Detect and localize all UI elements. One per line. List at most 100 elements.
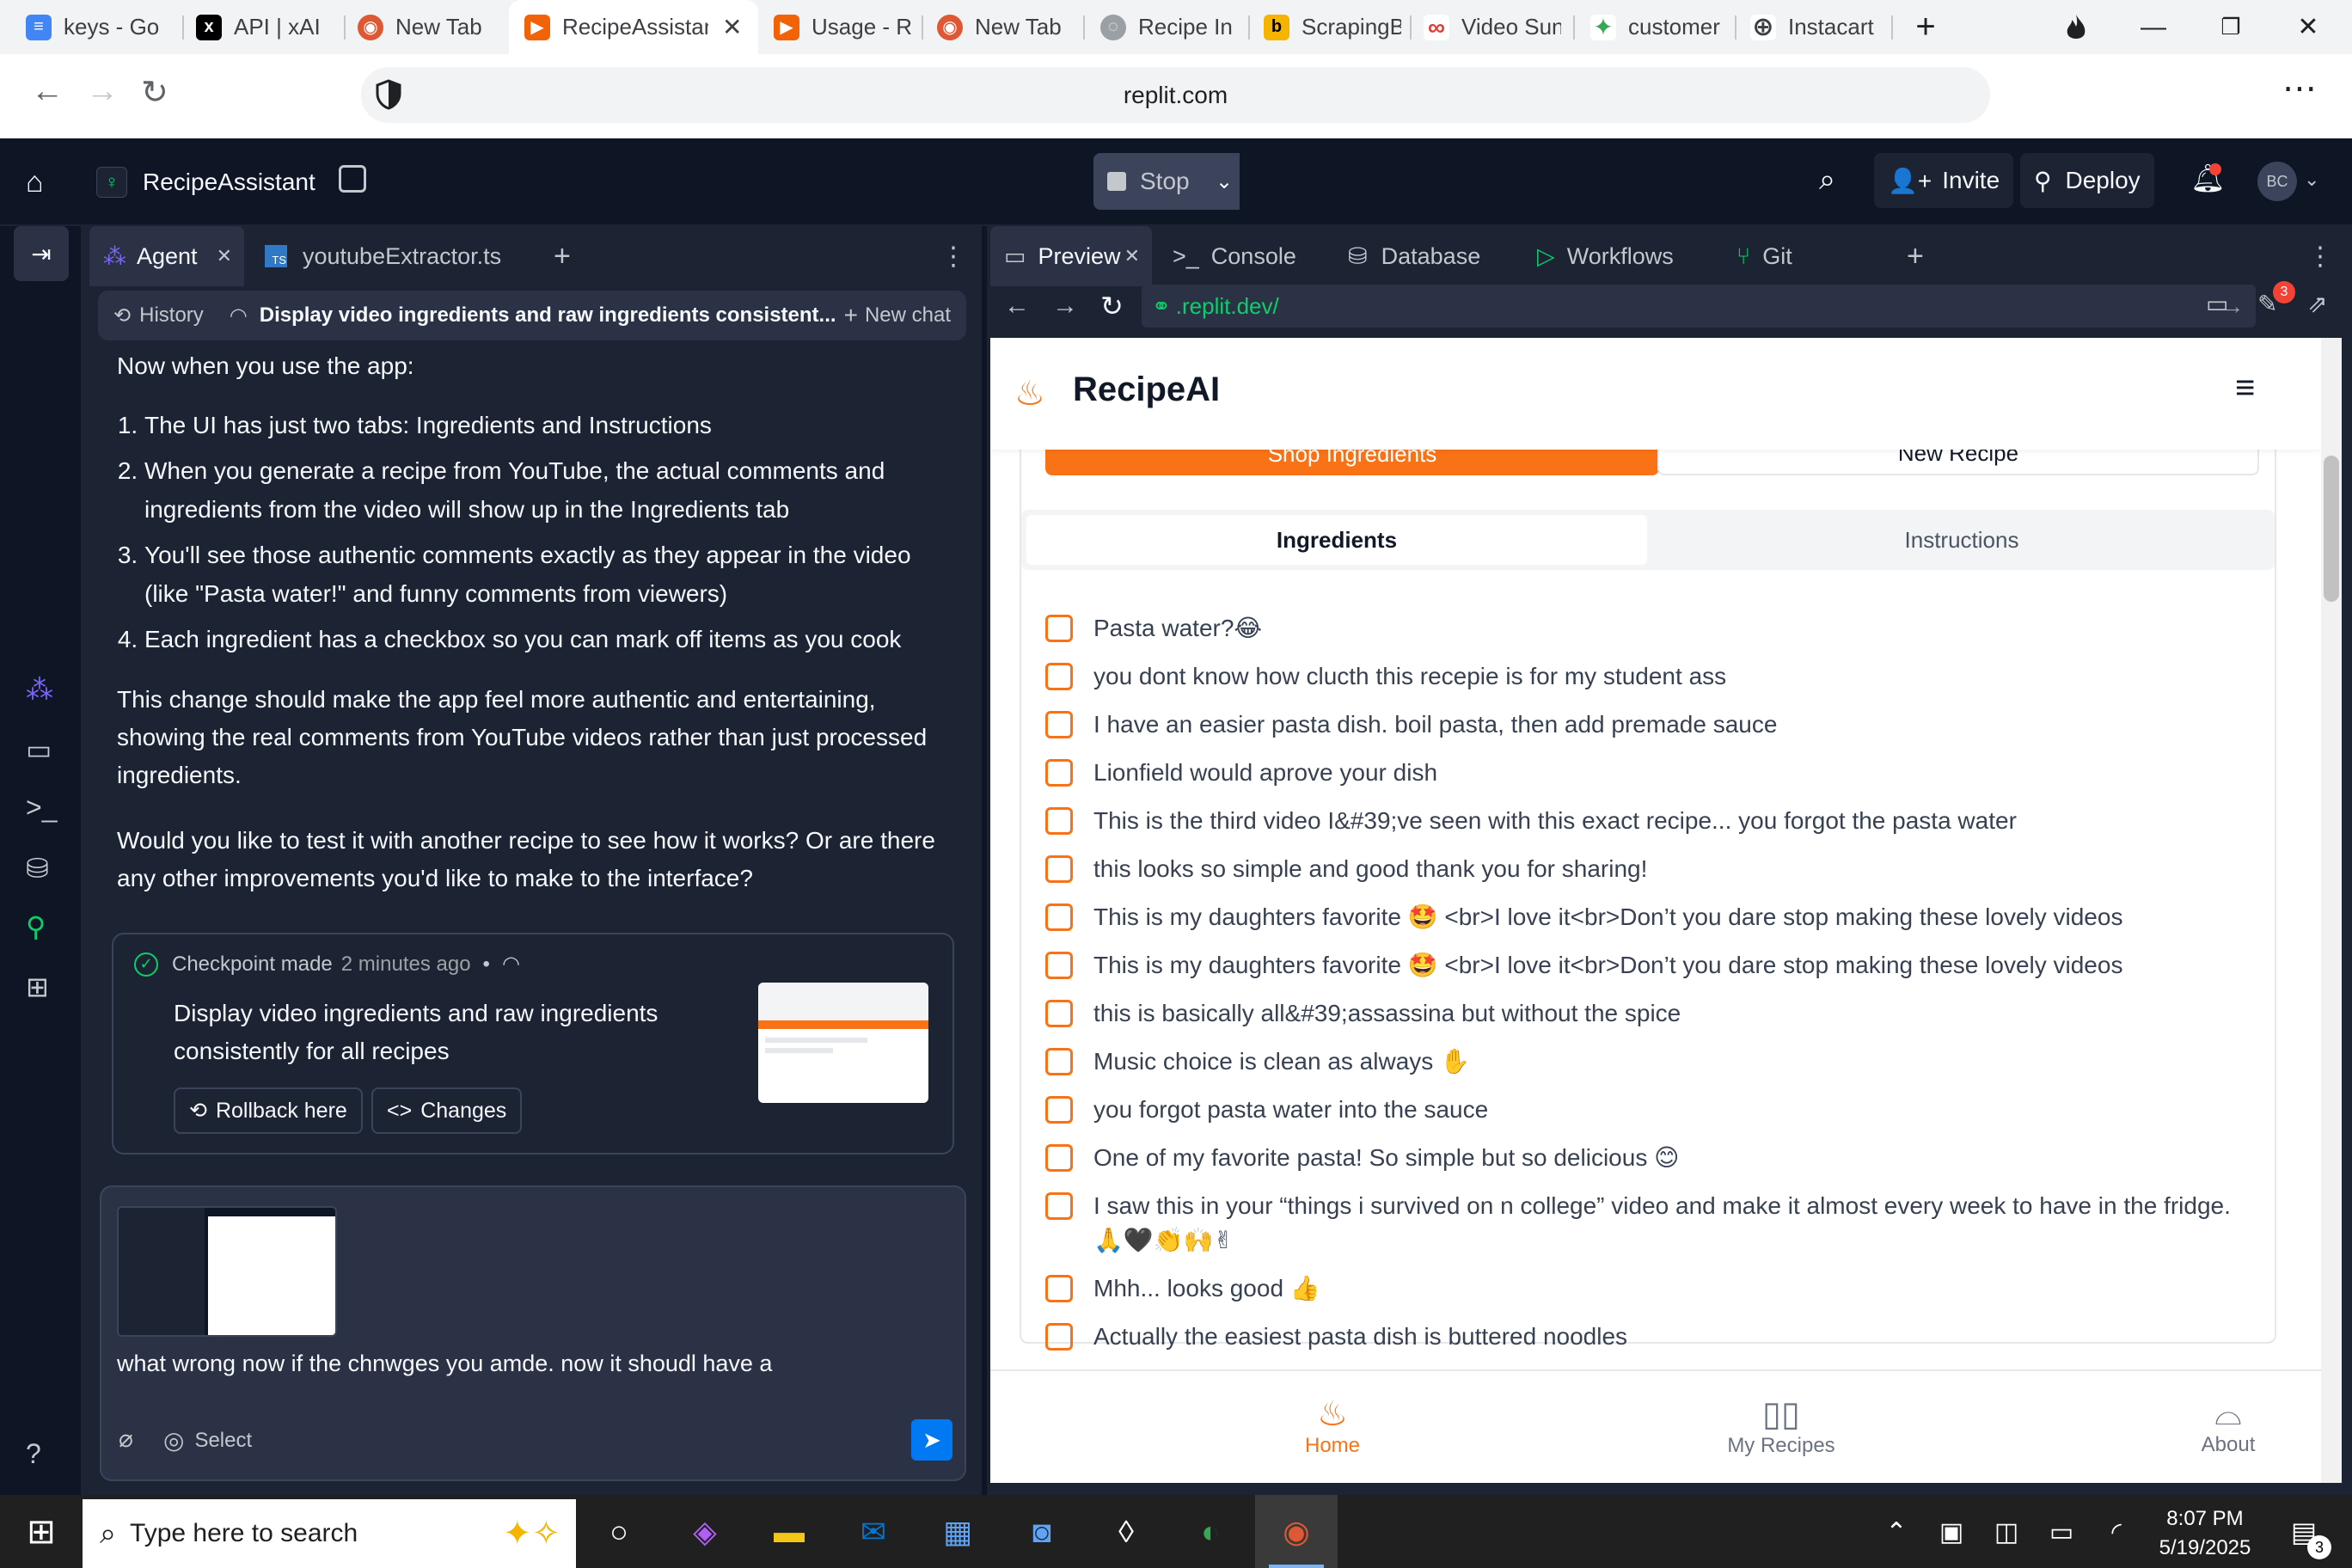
browser-tab[interactable]: ▶ Usage - R [774, 0, 911, 54]
checkbox[interactable] [1045, 759, 1073, 787]
forward-icon[interactable]: → [1052, 291, 1078, 321]
browser-tab[interactable]: ✦ customer [1590, 0, 1728, 54]
close-tab-icon[interactable]: ✕ [1124, 245, 1140, 267]
menu-icon[interactable]: ⋯ [2282, 69, 2317, 108]
checkbox[interactable] [1045, 952, 1073, 979]
checkbox[interactable] [1045, 855, 1073, 883]
select-button[interactable]: ◎ Select [163, 1426, 252, 1455]
new-tab-icon[interactable]: + [1891, 0, 1960, 54]
app-icon[interactable]: ◊ [1100, 1506, 1152, 1558]
checkbox[interactable] [1045, 1144, 1073, 1172]
close-tab-icon[interactable]: ✕ [722, 13, 742, 41]
external-link-icon[interactable]: ⇗ [2307, 290, 2327, 318]
tab-file[interactable]: TS youtubeExtractor.ts [260, 226, 501, 286]
ingredient-item[interactable]: this looks so simple and good thank you … [1045, 852, 1647, 886]
deploy-icon[interactable]: ⚲ [26, 910, 46, 943]
browser-tab[interactable]: x API | xAI [196, 0, 342, 54]
taskbar-search[interactable]: ⌕ Type here to search ✦✧ [83, 1499, 576, 1568]
preview-url-bar[interactable]: ⚭ .replit.dev/ → [1142, 285, 2256, 328]
avatar[interactable]: BC [2257, 162, 2297, 201]
ingredient-item[interactable]: you dont know how clucth this recepie is… [1045, 659, 1726, 694]
ingredient-item[interactable]: Pasta water?😂 [1045, 611, 1262, 646]
scrollbar-thumb[interactable] [2324, 456, 2339, 602]
tab-preview[interactable]: ▭ Preview ✕ [990, 226, 1152, 286]
checkbox[interactable] [1045, 615, 1073, 642]
copilot-icon[interactable]: ◈ [679, 1506, 731, 1558]
ingredient-item[interactable]: This is my daughters favorite 🤩 <br>I lo… [1045, 948, 2122, 983]
close-tab-icon[interactable]: ✕ [217, 245, 232, 267]
tab-agent[interactable]: ⁂ Agent ✕ [89, 226, 244, 286]
browser-tab[interactable]: ◉ New Tab [937, 0, 1075, 54]
checkbox[interactable] [1045, 1275, 1073, 1302]
invite-button[interactable]: 👤+ Invite [1874, 153, 2014, 208]
restore-icon[interactable]: ❐ [2192, 0, 2269, 54]
reload-icon[interactable]: ↻ [141, 73, 168, 112]
store-icon[interactable]: ▦ [932, 1506, 983, 1558]
windows-start-icon[interactable]: ⊞ [15, 1506, 67, 1558]
chat-input[interactable]: what wrong now if the chnwges you amde. … [100, 1185, 966, 1481]
back-icon[interactable]: ← [31, 73, 64, 110]
tab-instructions[interactable]: Instructions [1654, 515, 2269, 565]
toggle-sidebar-icon[interactable]: ⇥ [14, 226, 69, 281]
chevron-up-icon[interactable]: ⌃ [1871, 1506, 1922, 1558]
duckduckgo-icon[interactable]: ◉ [1255, 1495, 1338, 1568]
browser-tab[interactable]: ≡ keys - Go [26, 0, 176, 54]
database-icon[interactable]: ⛁ [26, 852, 49, 885]
ingredient-item[interactable]: I saw this in your “things i survived on… [1045, 1189, 2249, 1258]
tab-workflows[interactable]: ▷ Workflows [1537, 226, 1674, 286]
edge-icon[interactable]: ◐ [1185, 1506, 1236, 1558]
tab-git[interactable]: ⑂ Git [1736, 226, 1792, 286]
security-icon[interactable]: ◫ [1981, 1506, 2032, 1558]
browser-tab[interactable]: ◌ Recipe In [1100, 0, 1238, 54]
ingredient-item[interactable]: Music choice is clean as always ✋ [1045, 1044, 1470, 1079]
ingredient-item[interactable]: This is my daughters favorite 🤩 <br>I lo… [1045, 900, 2122, 934]
browser-tab-active[interactable]: ▶ RecipeAssistant ✕ [509, 0, 758, 54]
paperclip-icon[interactable]: ⌀ [119, 1424, 133, 1453]
tab-ingredients[interactable]: Ingredients [1026, 515, 1647, 565]
browser-tab[interactable]: ⊕ Instacart [1750, 0, 1888, 54]
ingredient-item[interactable]: Mhh... looks good 👍 [1045, 1271, 1320, 1306]
ingredient-item[interactable]: One of my favorite pasta! So simple but … [1045, 1141, 1679, 1175]
more-icon[interactable]: ⋮ [940, 226, 966, 286]
rollback-button[interactable]: ⟲ Rollback here [174, 1087, 363, 1134]
checkbox[interactable] [1045, 711, 1073, 738]
address-bar[interactable]: replit.com [361, 67, 1990, 123]
changes-button[interactable]: <> Changes [371, 1087, 523, 1134]
ingredient-item[interactable]: This is the third video I&#39;ve seen wi… [1045, 804, 2017, 838]
checkbox[interactable] [1045, 807, 1073, 835]
deploy-button[interactable]: ⚲ Deploy [2020, 153, 2154, 208]
checkpoint-thumbnail[interactable] [758, 983, 928, 1103]
gamepad-icon[interactable]: ◙ [1016, 1506, 1068, 1558]
outlook-icon[interactable]: ✉ [848, 1506, 899, 1558]
flame-icon[interactable] [2037, 0, 2115, 54]
cortana-icon[interactable]: ○ [593, 1506, 645, 1558]
checkbox[interactable] [1045, 663, 1073, 690]
checkbox[interactable] [1045, 1048, 1073, 1075]
file-explorer-icon[interactable]: ▬ [763, 1506, 815, 1558]
chevron-down-icon[interactable]: ⌄ [2304, 168, 2319, 191]
ingredient-item[interactable]: you forgot pasta water into the sauce [1045, 1093, 1488, 1127]
history-button[interactable]: History [139, 303, 204, 328]
attached-screenshot[interactable] [117, 1206, 337, 1337]
minimize-icon[interactable]: — [2115, 0, 2192, 54]
browser-tab[interactable]: b ScrapingB [1264, 0, 1401, 54]
checkbox[interactable] [1045, 1096, 1073, 1124]
checkbox[interactable] [1045, 1323, 1073, 1351]
agent-icon[interactable]: ⁂ [26, 673, 53, 706]
battery-icon[interactable]: ▭ [2036, 1506, 2087, 1558]
new-chat-button[interactable]: New chat [865, 303, 951, 328]
ingredient-item[interactable]: I have an easier pasta dish. boil pasta,… [1045, 707, 1777, 742]
clock[interactable]: 8:07 PM 5/19/2025 [2149, 1504, 2261, 1563]
project-name[interactable]: ♀ RecipeAssistant [83, 155, 329, 210]
new-tab-icon[interactable]: + [554, 226, 571, 286]
hamburger-icon[interactable]: ≡ [2235, 369, 2255, 407]
wifi-icon[interactable]: ◜ [2091, 1506, 2142, 1558]
chevron-down-icon[interactable]: ⌄ [1204, 153, 1245, 210]
reload-icon[interactable]: ↻ [1100, 290, 1124, 322]
grid-icon[interactable]: ⊞ [26, 971, 49, 1003]
device-icon[interactable]: ▭ [2206, 290, 2228, 318]
tab-console[interactable]: >_ Console [1173, 226, 1296, 286]
checkbox[interactable] [1045, 1000, 1073, 1027]
home-icon[interactable]: ⌂ [26, 166, 44, 199]
browser-tab[interactable]: ◉ New Tab [358, 0, 495, 54]
